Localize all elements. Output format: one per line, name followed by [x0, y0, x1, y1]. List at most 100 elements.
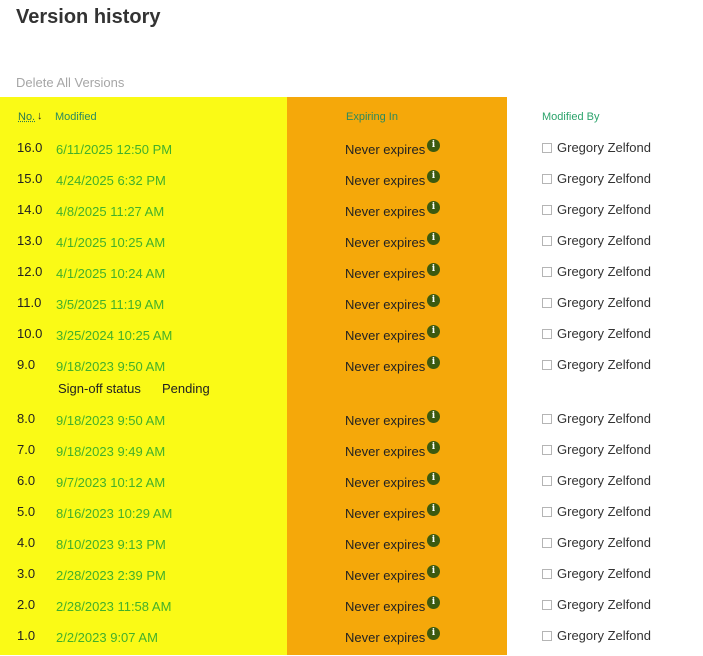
expiring-in-value: Never expires: [345, 568, 426, 583]
version-number: 11.0: [17, 295, 42, 310]
modified-by-user[interactable]: Gregory Zelfond: [557, 171, 651, 186]
info-icon[interactable]: i: [427, 263, 440, 276]
version-number: 9.0: [17, 357, 36, 372]
user-presence-icon: [542, 329, 552, 339]
user-presence-icon: [542, 205, 552, 215]
modified-date-link[interactable]: 2/28/2023 11:58 AM: [56, 599, 171, 614]
info-icon[interactable]: i: [427, 627, 440, 640]
modified-date-link[interactable]: 4/1/2025 10:24 AM: [56, 266, 165, 281]
column-header-no[interactable]: No.: [18, 111, 35, 123]
modified-by-user[interactable]: Gregory Zelfond: [557, 442, 651, 457]
modified-by-user[interactable]: Gregory Zelfond: [557, 535, 651, 550]
info-icon[interactable]: i: [427, 534, 440, 547]
table-row[interactable]: 14.0 4/8/2025 11:27 AM Never expires i Grego…: [0, 199, 703, 230]
user-presence-icon: [542, 476, 552, 486]
version-number: 6.0: [17, 473, 36, 488]
modified-date-link[interactable]: 9/18/2023 9:50 AM: [56, 413, 165, 428]
info-icon[interactable]: i: [427, 139, 440, 152]
modified-date-link[interactable]: 9/7/2023 10:12 AM: [56, 475, 165, 490]
info-icon[interactable]: i: [427, 170, 440, 183]
info-icon[interactable]: i: [427, 441, 440, 454]
info-icon[interactable]: i: [427, 356, 440, 369]
modified-by-user[interactable]: Gregory Zelfond: [557, 597, 651, 612]
user-presence-icon: [542, 143, 552, 153]
table-row[interactable]: 8.0 9/18/2023 9:50 AM Never expires i Gregor…: [0, 408, 703, 439]
modified-date-link[interactable]: 3/25/2024 10:25 AM: [56, 328, 172, 343]
table-row[interactable]: 15.0 4/24/2025 6:32 PM Never expires i Grego…: [0, 168, 703, 199]
signoff-status-value: Pending: [162, 381, 210, 396]
modified-by-user[interactable]: Gregory Zelfond: [557, 357, 651, 372]
table-row[interactable]: 11.0 3/5/2025 11:19 AM Never expires i Grego…: [0, 292, 703, 323]
modified-date-link[interactable]: 2/28/2023 2:39 PM: [56, 568, 166, 583]
modified-by-user[interactable]: Gregory Zelfond: [557, 411, 651, 426]
modified-by-user[interactable]: Gregory Zelfond: [557, 473, 651, 488]
modified-by-user[interactable]: Gregory Zelfond: [557, 566, 651, 581]
user-presence-icon: [542, 538, 552, 548]
expiring-in-value: Never expires: [345, 142, 426, 157]
modified-date-link[interactable]: 6/11/2025 12:50 PM: [56, 142, 172, 157]
modified-date-link[interactable]: 9/18/2023 9:50 AM: [56, 359, 165, 374]
modified-date-link[interactable]: 2/2/2023 9:07 AM: [56, 630, 158, 645]
table-row[interactable]: 1.0 2/2/2023 9:07 AM Never expires i Gregory…: [0, 625, 703, 656]
user-presence-icon: [542, 236, 552, 246]
info-icon[interactable]: i: [427, 596, 440, 609]
info-icon[interactable]: i: [427, 294, 440, 307]
version-number: 7.0: [17, 442, 36, 457]
expiring-in-value: Never expires: [345, 630, 426, 645]
modified-date-link[interactable]: 9/18/2023 9:49 AM: [56, 444, 165, 459]
table-row[interactable]: 10.0 3/25/2024 10:25 AM Never expires i Greg…: [0, 323, 703, 354]
expiring-in-value: Never expires: [345, 599, 426, 614]
user-presence-icon: [542, 569, 552, 579]
modified-date-link[interactable]: 3/5/2025 11:19 AM: [56, 297, 164, 312]
table-row[interactable]: 7.0 9/18/2023 9:49 AM Never expires i Gregor…: [0, 439, 703, 470]
table-row[interactable]: 13.0 4/1/2025 10:25 AM Never expires i Grego…: [0, 230, 703, 261]
modified-by-user[interactable]: Gregory Zelfond: [557, 264, 651, 279]
column-header-expiring-in[interactable]: Expiring In: [346, 111, 398, 123]
table-row[interactable]: 4.0 8/10/2023 9:13 PM Never expires i Gregor…: [0, 532, 703, 563]
info-icon[interactable]: i: [427, 325, 440, 338]
table-row[interactable]: 12.0 4/1/2025 10:24 AM Never expires i Grego…: [0, 261, 703, 292]
info-icon[interactable]: i: [427, 232, 440, 245]
modified-by-user[interactable]: Gregory Zelfond: [557, 202, 651, 217]
version-number: 10.0: [17, 326, 43, 341]
table-row[interactable]: 16.0 6/11/2025 12:50 PM Never expires i Greg…: [0, 137, 703, 168]
table-row[interactable]: 2.0 2/28/2023 11:58 AM Never expires i Grego…: [0, 594, 703, 625]
modified-by-user[interactable]: Gregory Zelfond: [557, 295, 651, 310]
modified-date-link[interactable]: 4/8/2025 11:27 AM: [56, 204, 164, 219]
info-icon[interactable]: i: [427, 410, 440, 423]
table-row[interactable]: 3.0 2/28/2023 2:39 PM Never expires i Gregor…: [0, 563, 703, 594]
expiring-in-value: Never expires: [345, 204, 426, 219]
column-header-modified[interactable]: Modified: [55, 111, 97, 123]
info-icon[interactable]: i: [427, 503, 440, 516]
version-number: 3.0: [17, 566, 36, 581]
modified-by-user[interactable]: Gregory Zelfond: [557, 628, 651, 643]
user-presence-icon: [542, 600, 552, 610]
sort-descending-icon: ↓: [37, 110, 43, 122]
expiring-in-value: Never expires: [345, 413, 426, 428]
modified-by-user[interactable]: Gregory Zelfond: [557, 326, 651, 341]
modified-by-user[interactable]: Gregory Zelfond: [557, 233, 651, 248]
modified-date-link[interactable]: 8/16/2023 10:29 AM: [56, 506, 172, 521]
table-row[interactable]: 6.0 9/7/2023 10:12 AM Never expires i Gregor…: [0, 470, 703, 501]
version-number: 12.0: [17, 264, 43, 279]
info-icon[interactable]: i: [427, 472, 440, 485]
info-icon[interactable]: i: [427, 201, 440, 214]
version-number: 8.0: [17, 411, 36, 426]
signoff-status-label: Sign-off status: [58, 381, 141, 396]
user-presence-icon: [542, 174, 552, 184]
page-title: Version history: [16, 6, 161, 28]
user-presence-icon: [542, 298, 552, 308]
modified-date-link[interactable]: 4/1/2025 10:25 AM: [56, 235, 165, 250]
modified-date-link[interactable]: 8/10/2023 9:13 PM: [56, 537, 166, 552]
modified-date-link[interactable]: 4/24/2025 6:32 PM: [56, 173, 166, 188]
column-header-modified-by[interactable]: Modified By: [542, 111, 599, 123]
expiring-in-value: Never expires: [345, 359, 426, 374]
modified-by-user[interactable]: Gregory Zelfond: [557, 140, 651, 155]
info-icon[interactable]: i: [427, 565, 440, 578]
table-row[interactable]: 5.0 8/16/2023 10:29 AM Never expires i Grego…: [0, 501, 703, 532]
modified-by-user[interactable]: Gregory Zelfond: [557, 504, 651, 519]
delete-all-versions-link[interactable]: Delete All Versions: [16, 75, 124, 90]
expiring-in-value: Never expires: [345, 266, 426, 281]
user-presence-icon: [542, 360, 552, 370]
version-number: 4.0: [17, 535, 36, 550]
